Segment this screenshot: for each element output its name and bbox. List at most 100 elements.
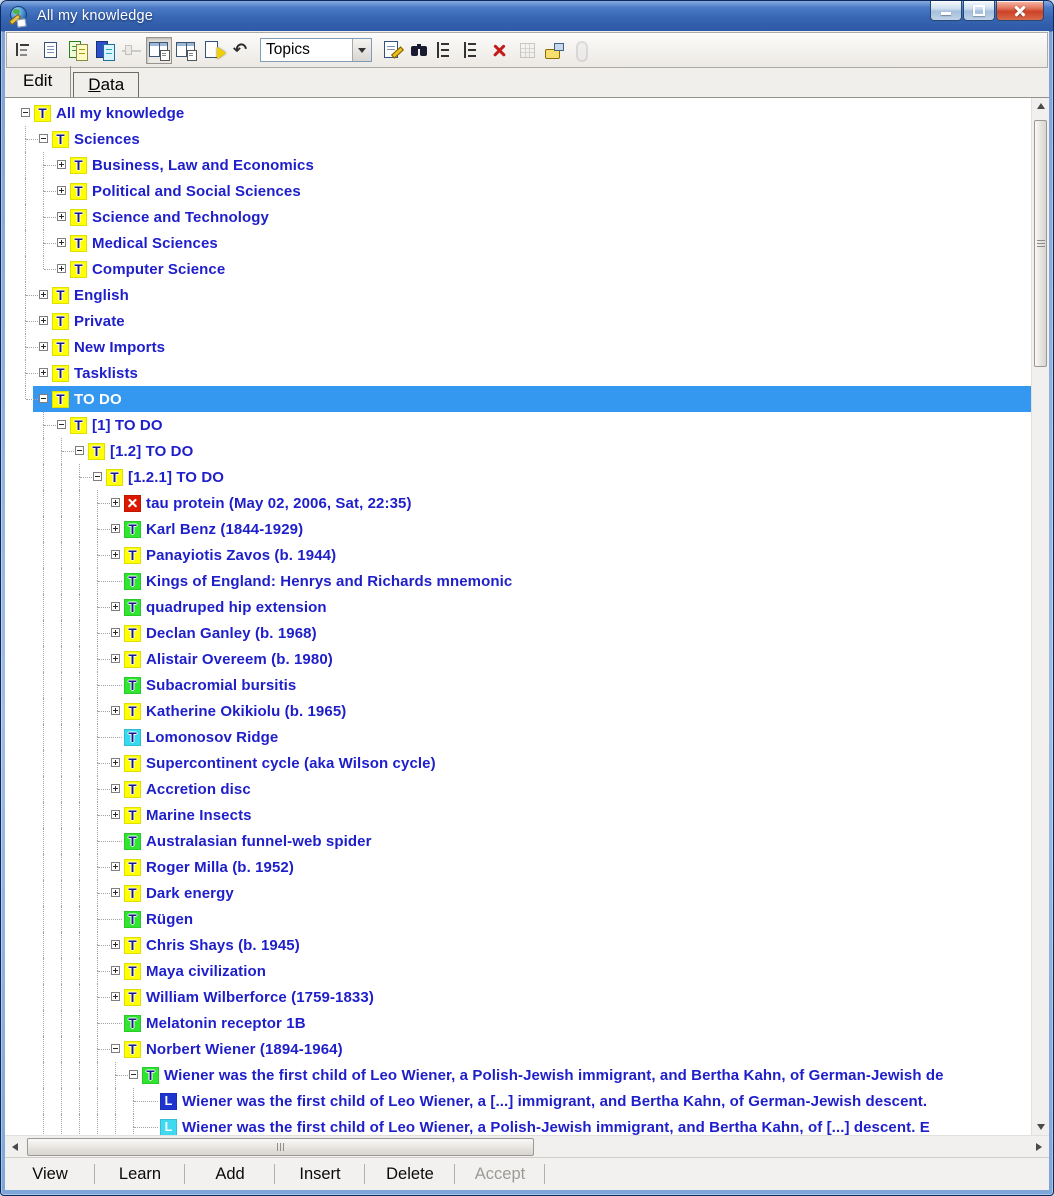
tree-row[interactable]: TWilliam Wilberforce (1759-1833): [5, 984, 1031, 1010]
paste-icon[interactable]: [92, 37, 118, 64]
view-button[interactable]: View: [5, 1158, 95, 1190]
expand-toggle[interactable]: [57, 420, 66, 429]
tree-row[interactable]: TAustralasian funnel-web spider: [5, 828, 1031, 854]
tree-row[interactable]: TPolitical and Social Sciences: [5, 178, 1031, 204]
vertical-scroll-thumb[interactable]: [1034, 120, 1047, 367]
tree-row[interactable]: TRoger Milla (b. 1952): [5, 854, 1031, 880]
learn-button[interactable]: Learn: [95, 1158, 185, 1190]
tree-row[interactable]: Tquadruped hip extension: [5, 594, 1031, 620]
expand-toggle[interactable]: [111, 654, 120, 663]
expand-toggle[interactable]: [111, 628, 120, 637]
tab-data[interactable]: Data: [73, 72, 139, 97]
expand-toggle[interactable]: [111, 940, 120, 949]
horizontal-scroll-thumb[interactable]: [27, 1138, 534, 1156]
tree-row[interactable]: LWiener was the first child of Leo Wiene…: [5, 1114, 1031, 1135]
maximize-button[interactable]: [963, 1, 995, 21]
remove-node-icon[interactable]: [460, 37, 486, 64]
expand-toggle[interactable]: [111, 992, 120, 1001]
tree-row[interactable]: TTO DO: [5, 386, 1031, 412]
scroll-left-button[interactable]: [7, 1136, 23, 1157]
tree-row[interactable]: TTasklists: [5, 360, 1031, 386]
tree-row[interactable]: TMelatonin receptor 1B: [5, 1010, 1031, 1036]
expand-toggle[interactable]: [39, 394, 48, 403]
expand-toggle[interactable]: [111, 966, 120, 975]
tree-row[interactable]: TKatherine Okikiolu (b. 1965): [5, 698, 1031, 724]
tree-row[interactable]: TScience and Technology: [5, 204, 1031, 230]
copy-icon[interactable]: [65, 37, 91, 64]
tree-row[interactable]: TAlistair Overeem (b. 1980): [5, 646, 1031, 672]
expand-toggle[interactable]: [111, 498, 120, 507]
tree-row[interactable]: TDark energy: [5, 880, 1031, 906]
tree-row[interactable]: tau protein (May 02, 2006, Sat, 22:35): [5, 490, 1031, 516]
category-combobox[interactable]: Topics: [260, 38, 372, 62]
expand-toggle[interactable]: [111, 1044, 120, 1053]
scroll-right-button[interactable]: [1031, 1136, 1047, 1157]
expand-toggle[interactable]: [57, 212, 66, 221]
tree-row[interactable]: TSciences: [5, 126, 1031, 152]
add-button[interactable]: Add: [185, 1158, 275, 1190]
tree-row[interactable]: TDeclan Ganley (b. 1968): [5, 620, 1031, 646]
delete-button[interactable]: Delete: [365, 1158, 455, 1190]
expand-toggle[interactable]: [93, 472, 102, 481]
expand-toggle[interactable]: [57, 186, 66, 195]
expand-toggle[interactable]: [111, 758, 120, 767]
close-button[interactable]: [996, 1, 1044, 21]
tree-row[interactable]: TAccretion disc: [5, 776, 1031, 802]
layout-classic-icon[interactable]: [146, 37, 172, 64]
expand-toggle[interactable]: [39, 342, 48, 351]
expand-toggle[interactable]: [21, 108, 30, 117]
expand-toggle[interactable]: [111, 888, 120, 897]
tree-row[interactable]: TPrivate: [5, 308, 1031, 334]
tab-edit[interactable]: Edit: [13, 66, 71, 97]
tree-row[interactable]: TMaya civilization: [5, 958, 1031, 984]
layout-alt-icon[interactable]: [173, 37, 199, 64]
title-bar[interactable]: All my knowledge: [1, 1, 1053, 31]
vertical-scrollbar[interactable]: [1031, 98, 1049, 1135]
tree-row[interactable]: TKarl Benz (1844-1929): [5, 516, 1031, 542]
expand-toggle[interactable]: [57, 160, 66, 169]
expand-toggle[interactable]: [39, 290, 48, 299]
tree-row[interactable]: TComputer Science: [5, 256, 1031, 282]
tree-row[interactable]: TMarine Insects: [5, 802, 1031, 828]
tree-row[interactable]: TBusiness, Law and Economics: [5, 152, 1031, 178]
tree-row[interactable]: T[1.2.1] TO DO: [5, 464, 1031, 490]
tree-row[interactable]: TWiener was the first child of Leo Wiene…: [5, 1062, 1031, 1088]
insert-button[interactable]: Insert: [275, 1158, 365, 1190]
tree-row[interactable]: TSupercontinent cycle (aka Wilson cycle): [5, 750, 1031, 776]
detail-doc-icon[interactable]: [38, 37, 64, 64]
tree-row[interactable]: TChris Shays (b. 1945): [5, 932, 1031, 958]
tree-row[interactable]: T[1] TO DO: [5, 412, 1031, 438]
contents-outline-icon[interactable]: [11, 37, 37, 64]
expand-toggle[interactable]: [111, 810, 120, 819]
expand-toggle[interactable]: [111, 784, 120, 793]
add-node-icon[interactable]: [433, 37, 459, 64]
tree-row[interactable]: TPanayiotis Zavos (b. 1944): [5, 542, 1031, 568]
tree-row[interactable]: TNew Imports: [5, 334, 1031, 360]
tree-row[interactable]: TEnglish: [5, 282, 1031, 308]
expand-toggle[interactable]: [111, 550, 120, 559]
tree-row[interactable]: TSubacromial bursitis: [5, 672, 1031, 698]
tree-row[interactable]: TRügen: [5, 906, 1031, 932]
search-icon[interactable]: [406, 37, 432, 64]
expand-toggle[interactable]: [111, 706, 120, 715]
import-export-icon[interactable]: [200, 37, 226, 64]
scroll-down-button[interactable]: [1032, 1119, 1049, 1135]
edit-template-icon[interactable]: [379, 37, 405, 64]
undo-icon[interactable]: ↶: [227, 37, 253, 64]
expand-toggle[interactable]: [111, 862, 120, 871]
expand-toggle[interactable]: [39, 368, 48, 377]
expand-toggle[interactable]: [75, 446, 84, 455]
expand-toggle[interactable]: [57, 264, 66, 273]
combobox-dropdown-button[interactable]: [352, 39, 371, 61]
tree-row[interactable]: LWiener was the first child of Leo Wiene…: [5, 1088, 1031, 1114]
drag-hand-icon[interactable]: [541, 37, 567, 64]
tree-row[interactable]: TAll my knowledge: [5, 100, 1031, 126]
minimize-button[interactable]: [930, 1, 962, 21]
tree-row[interactable]: TNorbert Wiener (1894-1964): [5, 1036, 1031, 1062]
delete-icon[interactable]: [487, 37, 513, 64]
scroll-up-button[interactable]: [1032, 98, 1049, 114]
expand-toggle[interactable]: [39, 134, 48, 143]
expand-toggle[interactable]: [57, 238, 66, 247]
expand-toggle[interactable]: [111, 602, 120, 611]
tree-row[interactable]: T[1.2] TO DO: [5, 438, 1031, 464]
